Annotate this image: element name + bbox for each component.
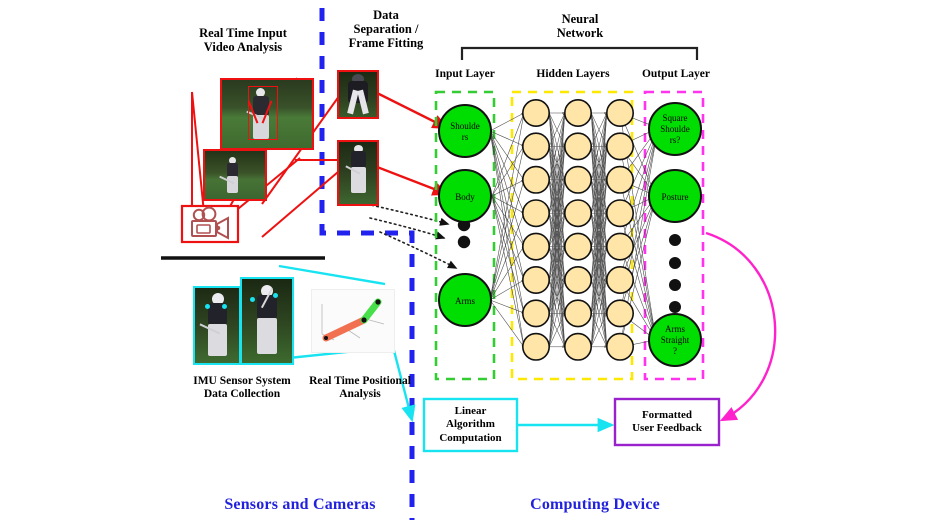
video-frame-large: [220, 78, 314, 150]
hidden-node: [563, 299, 592, 328]
hidden-node: [521, 232, 550, 261]
hidden-node: [521, 165, 550, 194]
label-data-separation-line1: Data: [373, 8, 399, 22]
section-label-computing-device: Computing Device: [530, 496, 660, 513]
output-node-posture[interactable]: Posture: [648, 169, 702, 223]
imu-photo-1: [193, 286, 241, 365]
hidden-node: [521, 299, 550, 328]
hidden-node: [563, 332, 592, 361]
label-data-separation-line2: Separation /: [353, 22, 419, 36]
label-real-time-input-line1: Real Time Input: [199, 26, 287, 40]
input-node-body-label: Body: [455, 192, 475, 202]
output-node-posture-label: Posture: [662, 192, 689, 202]
label-positional-line1: Real Time Positional: [309, 375, 411, 387]
hidden-node: [521, 332, 550, 361]
neural-network-bracket: [460, 46, 699, 60]
hidden-node: [605, 265, 634, 294]
output-node-square-shoulders-line3: rs?: [670, 135, 681, 145]
label-imu-line2: Data Collection: [203, 387, 281, 400]
label-neural-network-line1: Neural: [561, 12, 599, 26]
label-data-separation: Data Separation / Frame Fitting: [338, 8, 434, 50]
output-node-square-shoulders[interactable]: Square Shoulde rs?: [648, 102, 702, 156]
hidden-node: [605, 165, 634, 194]
linear-algorithm-line3: Computation: [439, 431, 502, 444]
label-imu-line1: IMU Sensor System: [193, 375, 291, 387]
input-node-shoulders-line2: rs: [462, 132, 469, 142]
cropped-frame-lower-body: [337, 140, 379, 206]
output-node-arms-straight-line2: Straight: [661, 335, 690, 345]
output-node-arms-straight-line3: ?: [673, 346, 677, 356]
input-node-arms[interactable]: Arms: [438, 273, 492, 327]
hidden-node: [563, 232, 592, 261]
label-neural-network-line2: Network: [556, 26, 604, 40]
label-neural-network: Neural Network: [520, 12, 640, 40]
hidden-node: [563, 165, 592, 194]
output-node-arms-straight-line1: Arms: [665, 324, 685, 334]
formatted-feedback-line2: User Feedback: [632, 422, 702, 434]
hidden-node: [521, 265, 550, 294]
label-positional-line2: Analysis: [339, 387, 381, 400]
hidden-node: [605, 299, 634, 328]
hidden-node: [605, 199, 634, 228]
label-positional-analysis: Real Time Positional Analysis: [299, 375, 421, 401]
input-node-body[interactable]: Body: [438, 169, 492, 223]
hidden-node: [563, 265, 592, 294]
label-data-separation-line3: Frame Fitting: [348, 36, 424, 50]
hidden-node: [563, 132, 592, 161]
video-frame-small: [203, 149, 267, 201]
hidden-node: [605, 332, 634, 361]
output-node-square-shoulders-line2: Shoulde: [660, 124, 690, 134]
hidden-node: [605, 99, 634, 128]
hidden-node: [605, 132, 634, 161]
input-node-shoulders-line1: Shoulde: [450, 121, 480, 131]
hidden-node: [521, 99, 550, 128]
imu-photo-2: [240, 277, 294, 365]
positional-analysis-plot: [311, 289, 395, 353]
section-label-sensors-cameras: Sensors and Cameras: [224, 496, 376, 513]
label-real-time-input-line2: Video Analysis: [203, 40, 283, 54]
linear-algorithm-line1: Linear: [454, 405, 487, 418]
label-output-layer: Output Layer: [641, 68, 711, 80]
label-real-time-input: Real Time Input Video Analysis: [178, 26, 308, 54]
linear-algorithm-line2: Algorithm: [446, 418, 495, 431]
cropped-frame-upper-body: [337, 70, 379, 119]
output-node-square-shoulders-line1: Square: [663, 113, 688, 123]
input-node-arms-label: Arms: [455, 296, 475, 306]
input-ellipsis-dot: [457, 235, 471, 249]
formatted-feedback-line1: Formatted: [641, 408, 693, 421]
output-node-arms-straight[interactable]: Arms Straight ?: [648, 313, 702, 367]
hidden-layer-nodes: [521, 99, 634, 361]
output-ellipsis: [669, 234, 681, 313]
formatted-feedback-label: Formatted User Feedback: [615, 399, 719, 445]
label-input-layer: Input Layer: [435, 68, 495, 80]
hidden-node: [563, 99, 592, 128]
hidden-node: [605, 232, 634, 261]
linear-algorithm-label: Linear Algorithm Computation: [424, 399, 517, 451]
hidden-node: [521, 132, 550, 161]
diagram-canvas: Shoulde rs Body Arms Square Shoulde rs? …: [0, 0, 943, 526]
hidden-node: [563, 199, 592, 228]
input-node-shoulders[interactable]: Shoulde rs: [438, 104, 492, 158]
hidden-node: [521, 199, 550, 228]
label-imu-sensor-system: IMU Sensor System Data Collection: [172, 375, 312, 401]
feedback-curve: [705, 231, 777, 422]
label-hidden-layers: Hidden Layers: [536, 68, 610, 80]
